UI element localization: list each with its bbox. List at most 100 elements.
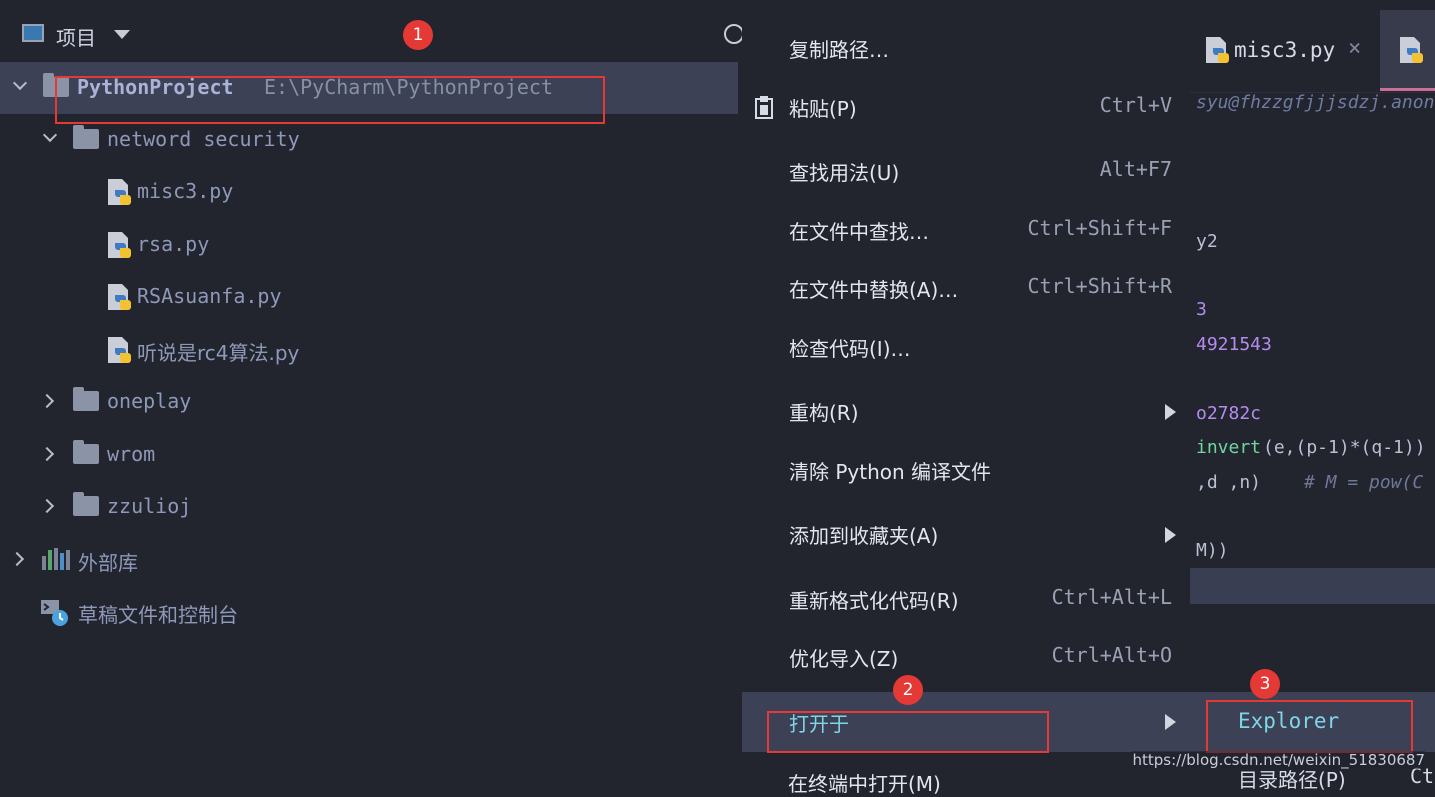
menu-item-refactor[interactable]: 重构(R) — [742, 383, 1190, 439]
folder-name: zzulioj — [107, 494, 192, 518]
tree-row-folder-oneplay[interactable]: oneplay — [0, 376, 738, 428]
menu-item-clean-python-compiled[interactable]: 清除 Python 编译文件 — [742, 442, 1190, 498]
watermark: https://blog.csdn.net/weixin_51830687 — [1132, 751, 1425, 769]
code-author-line: syu@fhzzgfjjjsdzj.anon — [1196, 92, 1435, 113]
code-line: o2782c — [1196, 403, 1262, 424]
file-name: RSAsuanfa.py — [137, 284, 282, 308]
menu-item-find-usages[interactable]: 查找用法(U) Alt+F7 — [742, 143, 1190, 199]
menu-item-label: 在文件中替换(A)… — [789, 278, 959, 302]
chevron-right-icon[interactable] — [9, 551, 25, 567]
menu-item-copy-path[interactable]: 复制路径… — [742, 20, 1190, 76]
project-view-title[interactable]: 项目 — [56, 22, 96, 51]
menu-item-label: 优化导入(Z) — [789, 647, 899, 671]
menu-item-label: 在文件中查找… — [789, 220, 929, 244]
folder-icon — [73, 440, 99, 464]
submenu-arrow-icon — [1165, 527, 1176, 543]
menu-item-shortcut: Ctrl+V — [1099, 93, 1172, 117]
menu-item-shortcut: Ctrl+Alt+O — [1051, 643, 1172, 667]
code-line: 3 — [1196, 299, 1207, 320]
annotation-box-open-in — [767, 711, 1049, 753]
python-file-icon — [108, 179, 131, 205]
folder-icon — [73, 387, 99, 411]
menu-item-optimize-imports[interactable]: 优化导入(Z) Ctrl+Alt+O — [742, 629, 1190, 685]
tree-row-file-rsa[interactable]: rsa.py — [0, 219, 738, 271]
menu-item-open-in-terminal[interactable]: 在终端中打开(M) — [788, 768, 941, 797]
file-name: misc3.py — [137, 179, 234, 203]
view-dropdown-caret-icon[interactable] — [114, 30, 130, 39]
chevron-down-icon[interactable] — [12, 75, 28, 91]
annotation-box-project-root — [55, 76, 605, 124]
code-line: M)) — [1196, 540, 1229, 561]
tree-row-file-misc3[interactable]: misc3.py — [0, 166, 738, 218]
menu-item-find-in-files[interactable]: 在文件中查找… Ctrl+Shift+F — [742, 202, 1190, 258]
python-file-icon — [108, 337, 131, 363]
python-file-icon — [1206, 37, 1229, 63]
context-menu: 复制路径… 粘贴(P) Ctrl+V 查找用法(U) Alt+F7 在文件中查找… — [742, 0, 1190, 779]
tree-row-file-rsasuanfa[interactable]: RSAsuanfa.py — [0, 271, 738, 323]
code-line-fn: invert — [1196, 437, 1262, 458]
menu-item-label: 重构(R) — [789, 401, 859, 425]
python-file-icon — [1400, 37, 1423, 63]
menu-item-shortcut: Alt+F7 — [1099, 157, 1172, 181]
menu-item-label: 重新格式化代码(R) — [789, 589, 959, 613]
code-line: 4921543 — [1196, 334, 1272, 355]
editor-area: misc3.py × syu@fhzzgfjjjsdzj.anon y2 3 4… — [1190, 0, 1435, 779]
scratches-label: 草稿文件和控制台 — [78, 603, 238, 627]
annotation-badge-1: 1 — [403, 20, 433, 50]
menu-item-label: 粘贴(P) — [789, 97, 857, 121]
menu-item-add-to-favorites[interactable]: 添加到收藏夹(A) — [742, 506, 1190, 562]
submenu-arrow-icon — [1165, 404, 1176, 420]
file-name: rsa.py — [137, 232, 210, 256]
project-panel-header: 项目 — [0, 12, 744, 56]
editor-tab-bar: misc3.py × — [1190, 0, 1435, 93]
tree-row-file-rc4[interactable]: 听说是rc4算法.py — [0, 324, 738, 376]
menu-item-shortcut: Ctrl+Alt+L — [1051, 585, 1172, 609]
clipboard-icon — [755, 96, 773, 119]
tree-row-scratches[interactable]: 草稿文件和控制台 — [0, 586, 738, 638]
tree-row-folder-zzulioj[interactable]: zzulioj — [0, 481, 738, 533]
chevron-right-icon[interactable] — [39, 498, 55, 514]
folder-icon — [73, 492, 99, 516]
code-line: ,d ,n) — [1196, 472, 1262, 493]
menu-item-paste[interactable]: 粘贴(P) Ctrl+V — [742, 79, 1190, 135]
menu-item-inspect-code[interactable]: 检查代码(I)… — [742, 319, 1190, 375]
annotation-box-explorer — [1206, 700, 1413, 753]
code-line-args: (e,(p-1)*(q-1)) — [1263, 437, 1426, 458]
chevron-down-icon[interactable] — [42, 127, 58, 143]
menu-item-label: 检查代码(I)… — [789, 337, 911, 361]
python-file-icon — [108, 284, 131, 310]
menu-item-shortcut: Ctrl+Shift+R — [1027, 274, 1173, 298]
folder-icon — [73, 125, 99, 149]
menu-item-reformat-code[interactable]: 重新格式化代码(R) Ctrl+Alt+L — [742, 571, 1190, 627]
folder-name: oneplay — [107, 389, 192, 413]
menu-item-label: 清除 Python 编译文件 — [789, 460, 992, 484]
menu-item-label: 添加到收藏夹(A) — [789, 524, 939, 548]
external-libraries-label: 外部库 — [78, 551, 138, 575]
project-view-icon — [22, 24, 44, 42]
annotation-badge-2: 2 — [893, 675, 923, 705]
submenu-arrow-icon — [1165, 714, 1176, 730]
folder-name: netword security — [107, 127, 300, 151]
code-current-line-highlight — [1190, 568, 1435, 604]
tree-row-folder-wrom[interactable]: wrom — [0, 429, 738, 481]
tree-row-external-libraries[interactable]: 外部库 — [0, 534, 738, 586]
code-line: y2 — [1196, 231, 1218, 252]
menu-item-label: 查找用法(U) — [789, 161, 900, 185]
libraries-icon — [42, 548, 70, 570]
annotation-badge-3: 3 — [1250, 669, 1280, 699]
menu-item-shortcut: Ctrl+Shift+F — [1027, 216, 1173, 240]
file-name: 听说是rc4算法.py — [137, 341, 300, 365]
scratches-console-icon — [41, 600, 68, 626]
panel-options-icon[interactable] — [724, 24, 744, 44]
chevron-right-icon[interactable] — [39, 393, 55, 409]
tab-active[interactable] — [1380, 10, 1435, 91]
code-comment: # M = pow(C — [1304, 472, 1424, 493]
python-file-icon — [108, 232, 131, 258]
menu-item-replace-in-files[interactable]: 在文件中替换(A)… Ctrl+Shift+R — [742, 260, 1190, 316]
menu-item-label: 复制路径… — [789, 38, 889, 62]
folder-name: wrom — [107, 442, 156, 466]
tab-misc3[interactable]: misc3.py × — [1190, 10, 1380, 88]
tab-label: misc3.py — [1234, 38, 1336, 62]
close-icon[interactable]: × — [1348, 36, 1361, 61]
chevron-right-icon[interactable] — [39, 446, 55, 462]
